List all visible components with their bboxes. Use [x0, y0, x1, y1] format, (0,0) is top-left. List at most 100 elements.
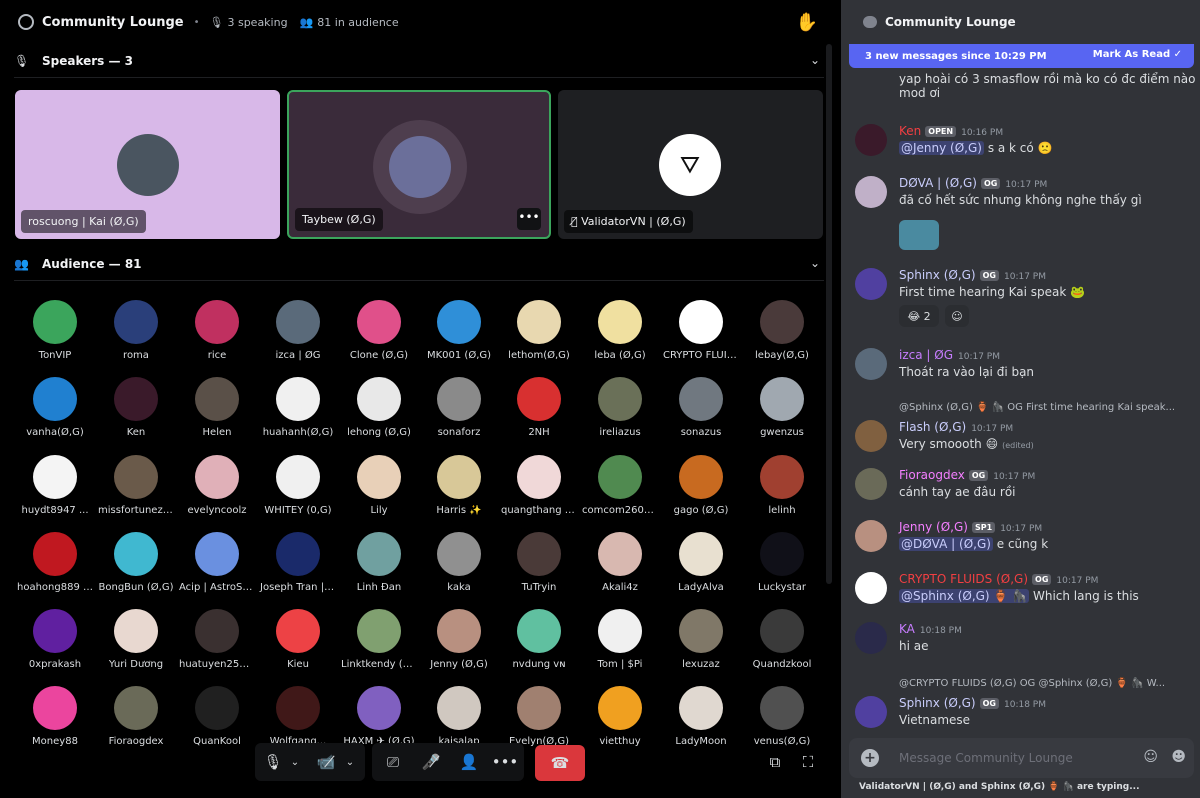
- audience-member[interactable]: lethom(Ø,G): [499, 300, 579, 361]
- author-name[interactable]: Jenny (Ø,G): [899, 520, 968, 534]
- audience-member[interactable]: lelinh: [742, 455, 822, 516]
- mute-speaker-button[interactable]: 🎤̸: [418, 745, 444, 779]
- audience-member[interactable]: hoahong889 (...: [15, 532, 95, 593]
- mark-as-read-button[interactable]: Mark As Read ✓: [1093, 49, 1182, 60]
- fullscreen-button[interactable]: ⛶: [797, 745, 819, 779]
- audience-member[interactable]: WHITEY (0,G): [258, 455, 338, 516]
- audience-member[interactable]: venus(Ø,G): [742, 686, 822, 747]
- audience-member[interactable]: roma: [96, 300, 176, 361]
- speaker-tile[interactable]: ⛛ 🎙̸ ValidatorVN | (Ø,G): [558, 90, 823, 239]
- audience-member[interactable]: kaisalap: [419, 686, 499, 747]
- avatar[interactable]: [855, 176, 887, 208]
- avatar[interactable]: [855, 268, 887, 300]
- raise-hand-icon[interactable]: ✋: [796, 12, 818, 33]
- audience-member[interactable]: comcom2608...: [580, 455, 660, 516]
- audience-member[interactable]: lehong (Ø,G): [339, 377, 419, 438]
- author-name[interactable]: izca | ØG: [899, 348, 953, 362]
- avatar[interactable]: [855, 124, 887, 156]
- avatar[interactable]: [855, 348, 887, 380]
- sticker-image[interactable]: [899, 220, 939, 250]
- audience-member[interactable]: BongBun (Ø,G): [96, 532, 176, 593]
- speaker-tile-active[interactable]: Taybew (Ø,G) •••: [287, 90, 551, 239]
- audience-member[interactable]: evelyncoolz: [177, 455, 257, 516]
- audience-member[interactable]: lebay(Ø,G): [742, 300, 822, 361]
- user-mention[interactable]: @Jenny (Ø,G): [899, 141, 984, 155]
- audience-member[interactable]: Linh Đan: [339, 532, 419, 593]
- author-name[interactable]: Flash (Ø,G): [899, 420, 966, 434]
- audience-member[interactable]: Evelyn(Ø,G): [499, 686, 579, 747]
- audience-member[interactable]: MK001 (Ø,G): [419, 300, 499, 361]
- audience-member[interactable]: sonaforz: [419, 377, 499, 438]
- audience-member[interactable]: kaka: [419, 532, 499, 593]
- audience-member[interactable]: Ken: [96, 377, 176, 438]
- audience-member[interactable]: Clone (Ø,G): [339, 300, 419, 361]
- audience-member[interactable]: TonVIP: [15, 300, 95, 361]
- mic-settings-chevron[interactable]: ⌄: [287, 745, 303, 779]
- speaker-tile[interactable]: roscuong | Kai (Ø,G): [15, 90, 280, 239]
- audience-member[interactable]: missfortunezus: [96, 455, 176, 516]
- audience-member[interactable]: vanha(Ø,G): [15, 377, 95, 438]
- audience-member[interactable]: Jenny (Ø,G): [419, 609, 499, 670]
- invite-button[interactable]: 👤: [456, 745, 482, 779]
- audience-member[interactable]: 2NH: [499, 377, 579, 438]
- audience-section-header[interactable]: 👥 Audience — 81 ⌄: [14, 247, 824, 281]
- leave-stage-button[interactable]: ☎: [535, 745, 585, 781]
- chevron-down-icon[interactable]: ⌄: [810, 256, 820, 270]
- author-name[interactable]: Sphinx (Ø,G): [899, 268, 976, 282]
- add-reaction-icon[interactable]: ☺: [945, 305, 969, 327]
- avatar[interactable]: [855, 468, 887, 500]
- audience-member[interactable]: LadyMoon: [661, 686, 741, 747]
- audience-member[interactable]: Helen: [177, 377, 257, 438]
- audience-member[interactable]: Lily: [339, 455, 419, 516]
- new-messages-bar[interactable]: 3 new messages since 10:29 PM Mark As Re…: [849, 44, 1194, 68]
- author-name[interactable]: KA: [899, 622, 915, 636]
- audience-member[interactable]: lexuzaz: [661, 609, 741, 670]
- avatar[interactable]: [855, 520, 887, 552]
- more-actions-button[interactable]: •••: [492, 745, 519, 779]
- screen-share-button[interactable]: ⎚: [380, 745, 406, 779]
- audience-member[interactable]: ireliazus: [580, 377, 660, 438]
- audience-member[interactable]: Joseph Tran | ...: [258, 532, 338, 593]
- audience-member[interactable]: vietthuy: [580, 686, 660, 747]
- author-name[interactable]: Ken: [899, 124, 921, 138]
- reply-preview[interactable]: @Sphinx (Ø,G) 🏺 🦍 OG First time hearing …: [899, 402, 1175, 413]
- avatar[interactable]: [855, 622, 887, 654]
- audience-member[interactable]: CRYPTO FLUID...: [661, 300, 741, 361]
- audience-member[interactable]: TuTryin: [499, 532, 579, 593]
- author-name[interactable]: Sphinx (Ø,G): [899, 696, 976, 710]
- audience-member[interactable]: huatuyen2512...: [177, 609, 257, 670]
- avatar[interactable]: [855, 572, 887, 604]
- audience-member[interactable]: quangthang (...: [499, 455, 579, 516]
- user-mention[interactable]: @DØVA | (Ø,G): [899, 537, 993, 551]
- audience-member[interactable]: Kieu: [258, 609, 338, 670]
- audience-member[interactable]: LadyAlva: [661, 532, 741, 593]
- chevron-down-icon[interactable]: ⌄: [810, 53, 820, 67]
- audience-member[interactable]: rice: [177, 300, 257, 361]
- message-input[interactable]: + Message Community Lounge ☺ ☻: [849, 738, 1194, 778]
- audience-member[interactable]: leba (Ø,G): [580, 300, 660, 361]
- audience-member[interactable]: sonazus: [661, 377, 741, 438]
- reply-preview[interactable]: @CRYPTO FLUIDS (Ø,G) OG @Sphinx (Ø,G) 🏺 …: [899, 678, 1165, 689]
- avatar[interactable]: [855, 696, 887, 728]
- stage-scrollbar[interactable]: [826, 44, 832, 584]
- audience-member[interactable]: Wolfgang...: [258, 686, 338, 747]
- camera-settings-chevron[interactable]: ⌄: [342, 745, 358, 779]
- audience-member[interactable]: Linktkendy (Ø...: [339, 609, 419, 670]
- more-options-button[interactable]: •••: [517, 208, 541, 230]
- user-mention[interactable]: @Sphinx (Ø,G) 🏺 🦍: [899, 589, 1030, 603]
- audience-member[interactable]: huydt8947 ...: [15, 455, 95, 516]
- audience-member[interactable]: Harris ✨: [419, 455, 499, 516]
- audience-member[interactable]: gago (Ø,G): [661, 455, 741, 516]
- popout-button[interactable]: ⧉: [764, 745, 786, 779]
- audience-member[interactable]: Quandzkool: [742, 609, 822, 670]
- add-attachment-button[interactable]: +: [861, 749, 879, 767]
- camera-button[interactable]: 📹̸: [314, 745, 338, 779]
- audience-member[interactable]: Luckystar: [742, 532, 822, 593]
- audience-member[interactable]: QuanKool: [177, 686, 257, 747]
- author-name[interactable]: Fioraogdex: [899, 468, 965, 482]
- microphone-button[interactable]: 🎙: [262, 745, 284, 779]
- audience-member[interactable]: Yuri Dương: [96, 609, 176, 670]
- author-name[interactable]: DØVA | (Ø,G): [899, 176, 977, 190]
- avatar[interactable]: [855, 420, 887, 452]
- audience-member[interactable]: gwenzus: [742, 377, 822, 438]
